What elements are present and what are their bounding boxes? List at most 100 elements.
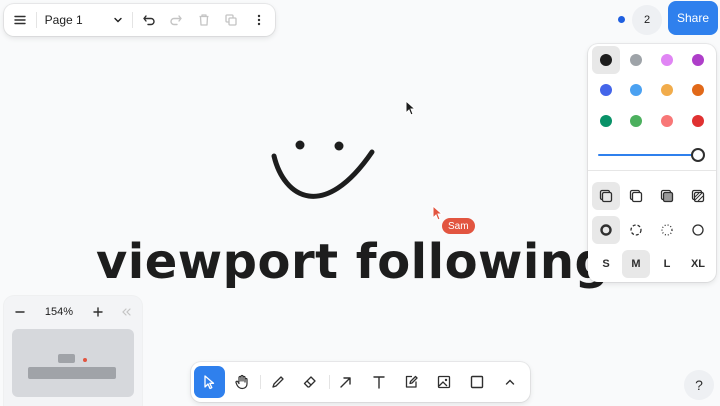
my-cursor-icon (405, 100, 417, 116)
color-swatch-yellow[interactable] (653, 76, 681, 104)
dash-draw-button[interactable] (592, 216, 620, 244)
collaborator-name-tag: Sam (442, 218, 475, 234)
size-s-button[interactable]: S (592, 250, 620, 278)
smiley-left-eye (295, 140, 305, 150)
opacity-slider-thumb[interactable] (691, 148, 705, 162)
zoom-controls: 154% (6, 298, 140, 326)
dash-dotted-button[interactable] (653, 216, 681, 244)
main-toolbar (191, 362, 530, 402)
hand-tool-button[interactable] (227, 366, 258, 398)
color-swatch-orange[interactable] (684, 76, 712, 104)
size-m-button[interactable]: M (622, 250, 650, 278)
navigation-panel: 154% (4, 296, 142, 406)
size-l-button[interactable]: L (653, 250, 681, 278)
dash-dashed-icon (630, 224, 642, 236)
arrow-tool-button[interactable] (331, 366, 362, 398)
rectangle-tool-button[interactable] (462, 366, 493, 398)
color-dot (630, 84, 642, 96)
help-button[interactable]: ? (684, 370, 714, 400)
arrow-icon (340, 377, 351, 388)
select-tool-button[interactable] (194, 366, 225, 398)
note-icon (406, 375, 419, 388)
chevron-down-icon (113, 17, 122, 23)
hand-icon (235, 374, 248, 390)
color-dot (692, 54, 704, 66)
fill-none-button[interactable] (592, 182, 620, 210)
more-vertical-icon (257, 14, 261, 26)
smiley-mouth (271, 149, 375, 199)
color-swatch-green[interactable] (592, 107, 620, 135)
image-icon (438, 375, 451, 389)
divider (131, 12, 133, 28)
color-swatch-violet[interactable] (684, 46, 712, 74)
redo-button[interactable] (162, 6, 190, 34)
page-select[interactable]: Page 1 (39, 6, 130, 34)
color-swatch-red[interactable] (684, 107, 712, 135)
zoom-in-button[interactable] (84, 298, 112, 326)
color-dot (661, 54, 673, 66)
color-swatch-light-blue[interactable] (622, 76, 650, 104)
share-button[interactable]: Share (668, 1, 718, 35)
dash-draw-icon (600, 224, 612, 236)
color-dot (661, 115, 673, 127)
color-dot (630, 54, 642, 66)
color-dot (600, 54, 612, 66)
smiley-drawing[interactable] (262, 132, 382, 214)
text-tool-button[interactable] (363, 366, 394, 398)
fill-semi-icon (629, 189, 643, 203)
eraser-icon (304, 376, 317, 388)
opacity-slider-track[interactable] (598, 154, 698, 156)
dash-dashed-button[interactable] (622, 216, 650, 244)
duplicate-button[interactable] (218, 6, 246, 34)
color-swatch-black[interactable] (592, 46, 620, 74)
more-button[interactable] (245, 6, 273, 34)
plus-icon (93, 307, 103, 317)
select-icon (204, 375, 215, 390)
redo-icon (170, 15, 182, 26)
main-menu-button[interactable] (6, 6, 34, 34)
duplicate-icon (225, 14, 238, 26)
divider (588, 170, 716, 171)
collapse-minimap-button[interactable] (112, 298, 140, 326)
fill-none-icon (599, 189, 613, 203)
dash-solid-button[interactable] (684, 216, 712, 244)
color-dot (692, 84, 704, 96)
zoom-out-button[interactable] (6, 298, 34, 326)
eraser-tool-button[interactable] (295, 366, 326, 398)
color-swatch-light-red[interactable] (653, 107, 681, 135)
text-icon (373, 376, 385, 389)
fill-solid-button[interactable] (653, 182, 681, 210)
color-swatch-grey[interactable] (622, 46, 650, 74)
minimap-shape (28, 367, 116, 379)
hamburger-icon (14, 15, 26, 25)
draw-tool-button[interactable] (262, 366, 293, 398)
color-swatch-blue[interactable] (592, 76, 620, 104)
rectangle-icon (470, 375, 484, 389)
color-swatch-light-green[interactable] (622, 107, 650, 135)
color-swatch-light-violet[interactable] (653, 46, 681, 74)
zoom-level[interactable]: 154% (34, 306, 84, 318)
dash-solid-icon (692, 224, 704, 236)
image-tool-button[interactable] (429, 366, 460, 398)
color-dot (600, 115, 612, 127)
size-xl-button[interactable]: XL (684, 250, 712, 278)
trash-icon (199, 14, 209, 26)
fill-semi-button[interactable] (622, 182, 650, 210)
fill-pattern-button[interactable] (684, 182, 712, 210)
minus-icon (15, 311, 25, 313)
draw-icon (272, 376, 284, 388)
minimap[interactable] (12, 329, 134, 397)
chevron-up-icon (505, 379, 514, 385)
minimap-collaborator-dot (83, 358, 87, 362)
undo-button[interactable] (135, 6, 163, 34)
presence-dot (618, 16, 625, 23)
note-tool-button[interactable] (396, 366, 427, 398)
canvas-text-shape[interactable]: viewport following (96, 234, 609, 290)
top-menu-panel: Page 1 (4, 4, 275, 36)
fill-solid-icon (660, 189, 674, 203)
delete-button[interactable] (190, 6, 218, 34)
page-name: Page 1 (44, 13, 83, 27)
divider (35, 12, 37, 28)
people-count-button[interactable]: 2 (632, 5, 662, 35)
more-tools-button[interactable] (494, 366, 525, 398)
